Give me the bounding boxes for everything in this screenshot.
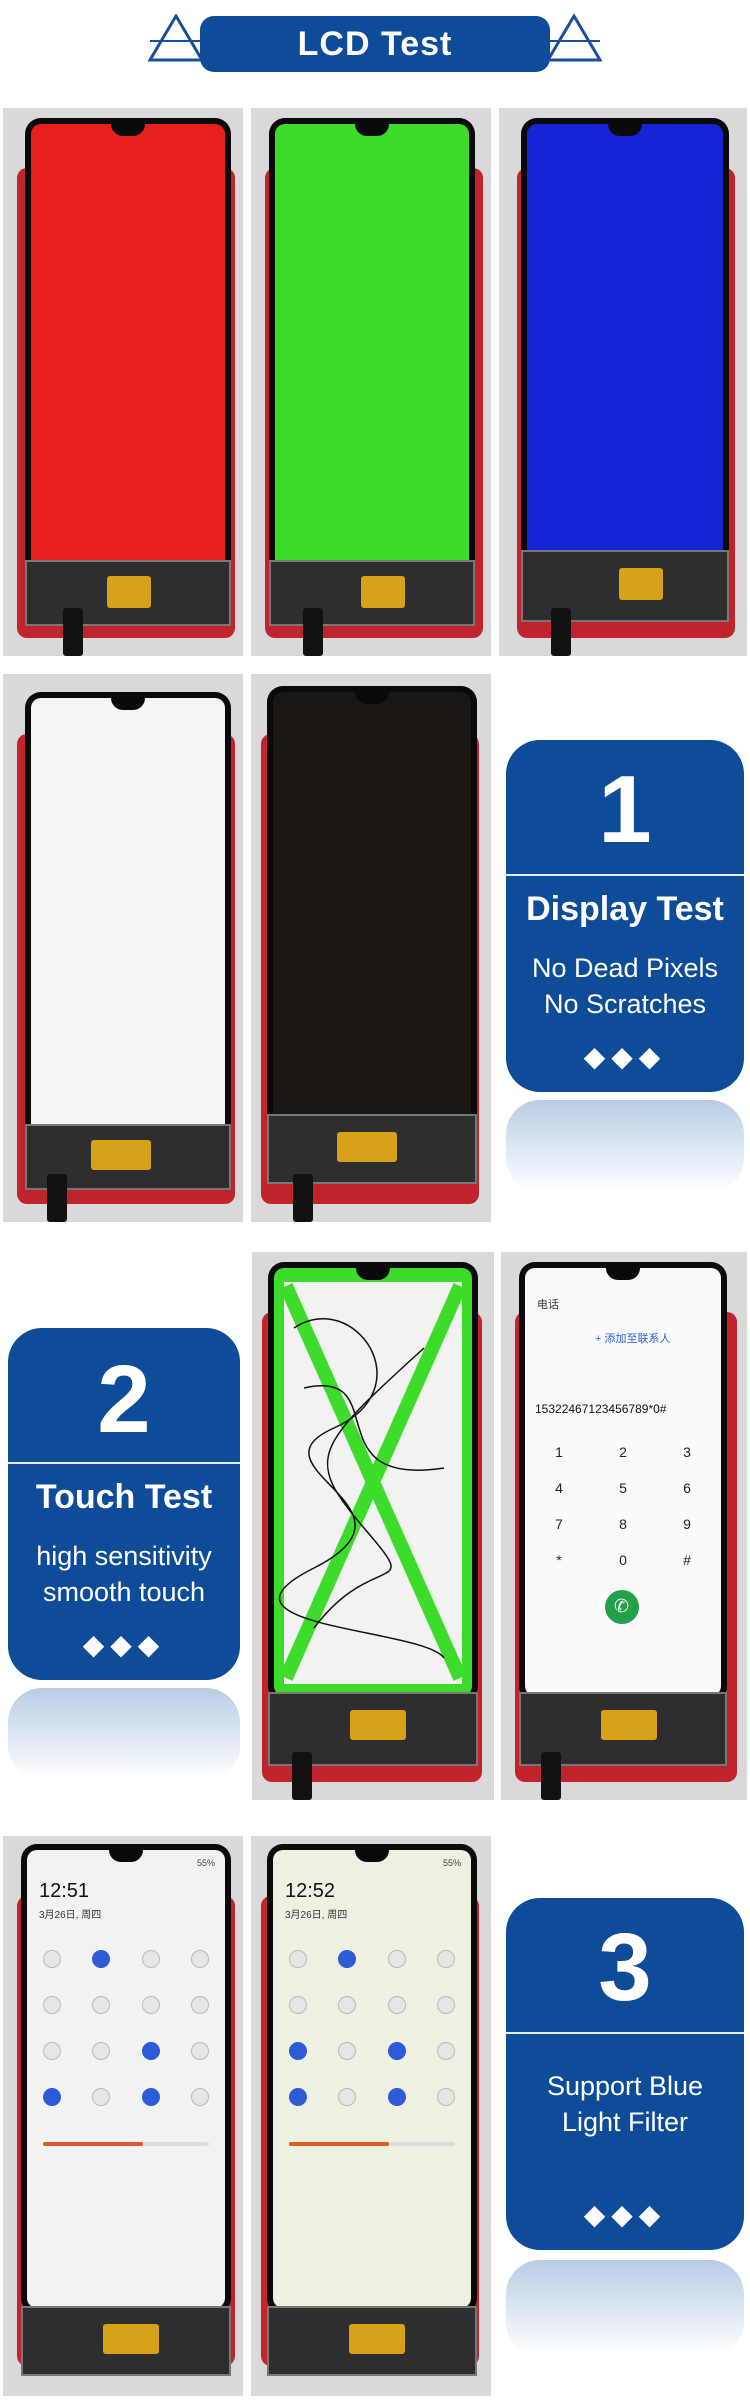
- panel-date: 3月26日, 周四: [285, 1910, 348, 1921]
- triangle-left-icon: [148, 14, 204, 62]
- photo-dialer: 电话 + 添加至联系人 15322467123456789*0# 1 2 3 4…: [501, 1252, 747, 1800]
- key-6[interactable]: 6: [667, 1480, 707, 1496]
- key-star[interactable]: *: [539, 1552, 579, 1568]
- photo-green-screen: [251, 108, 491, 656]
- diamond-icon: ◆◆◆: [82, 1629, 166, 1660]
- photo-quick-panel-1: 55% 12:51 3月26日, 周四: [3, 1836, 243, 2396]
- key-9[interactable]: 9: [667, 1516, 707, 1532]
- diamond-icon: ◆◆◆: [583, 2199, 667, 2230]
- phone-icon: ✆: [614, 1596, 630, 1616]
- card-number: 2: [97, 1346, 151, 1453]
- diamond-icon: ◆◆◆: [583, 1041, 667, 1072]
- info-card-display: 1 Display Test No Dead Pixels No Scratch…: [506, 740, 744, 1092]
- add-contact-link[interactable]: + 添加至联系人: [595, 1330, 670, 1346]
- photo-touch-drawing: [252, 1252, 494, 1800]
- header-title: LCD Test: [297, 24, 453, 63]
- divider: [506, 2032, 744, 2034]
- divider: [506, 874, 744, 876]
- call-button[interactable]: ✆: [605, 1590, 639, 1624]
- panel-time: 12:52: [285, 1880, 336, 1902]
- dialer-header: 电话: [537, 1299, 559, 1311]
- triangle-right-icon: [546, 14, 602, 62]
- card-title: Display Test: [526, 890, 724, 928]
- battery-level: 55%: [196, 1858, 215, 1868]
- divider: [8, 1462, 240, 1464]
- key-7[interactable]: 7: [539, 1516, 579, 1532]
- card-reflection: [506, 2260, 744, 2356]
- panel-date: 3月26日, 周四: [39, 1910, 102, 1921]
- key-3[interactable]: 3: [667, 1444, 707, 1460]
- brightness-slider[interactable]: [43, 2142, 209, 2146]
- key-4[interactable]: 4: [539, 1480, 579, 1496]
- dialed-number: 15322467123456789*0#: [535, 1402, 667, 1416]
- photo-blue-screen: [499, 108, 747, 656]
- panel-time: 12:51: [39, 1880, 90, 1902]
- card-line: Support Blue: [546, 2071, 704, 2101]
- card-number: 3: [598, 1914, 652, 2021]
- touch-scribble: [278, 1282, 467, 1684]
- brightness-slider[interactable]: [289, 2142, 455, 2146]
- card-reflection: [8, 1688, 240, 1780]
- card-line: Light Filter: [561, 2107, 689, 2137]
- card-line: high sensitivity: [36, 1541, 212, 1571]
- key-0[interactable]: 0: [603, 1552, 643, 1568]
- key-2[interactable]: 2: [603, 1444, 643, 1460]
- card-line: No Scratches: [543, 989, 707, 1019]
- card-line: smooth touch: [42, 1577, 206, 1607]
- key-hash[interactable]: #: [667, 1552, 707, 1568]
- card-line: No Dead Pixels: [531, 953, 719, 983]
- card-reflection: [506, 1100, 744, 1192]
- photo-white-screen: [3, 674, 243, 1222]
- key-5[interactable]: 5: [603, 1480, 643, 1496]
- info-card-touch: 2 Touch Test high sensitivity smooth tou…: [8, 1328, 240, 1680]
- card-number: 1: [598, 756, 652, 863]
- photo-black-screen: [251, 674, 491, 1222]
- card-title: Touch Test: [35, 1478, 213, 1516]
- info-card-blue-light: 3 Support Blue Light Filter ◆◆◆: [506, 1898, 744, 2250]
- header-banner: LCD Test: [200, 16, 550, 72]
- photo-quick-panel-2: 55% 12:52 3月26日, 周四: [251, 1836, 491, 2396]
- key-8[interactable]: 8: [603, 1516, 643, 1532]
- key-1[interactable]: 1: [539, 1444, 579, 1460]
- photo-red-screen: [3, 108, 243, 656]
- battery-level: 55%: [442, 1858, 461, 1868]
